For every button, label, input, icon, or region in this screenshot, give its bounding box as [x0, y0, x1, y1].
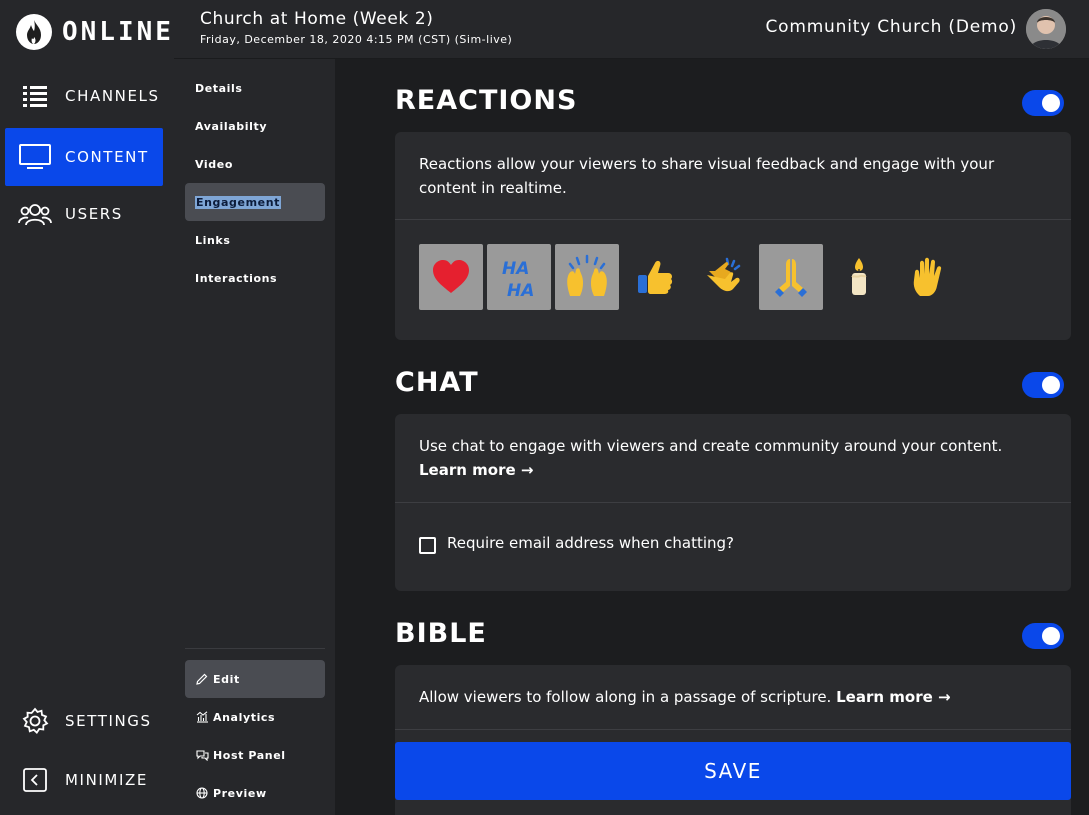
list-icon [18, 79, 52, 113]
toggle-knob [1042, 94, 1060, 112]
nav-label: CONTENT [65, 148, 149, 166]
nav-item-minimize[interactable]: MINIMIZE [5, 751, 163, 809]
pencil-icon [195, 672, 209, 686]
candle-icon[interactable] [827, 244, 891, 310]
nav-item-content[interactable]: CONTENT [5, 128, 163, 186]
praying-hands-icon[interactable] [759, 244, 823, 310]
event-date: Friday, December 18, 2020 4:15 PM (CST) … [200, 33, 513, 46]
save-button[interactable]: SAVE [395, 742, 1071, 800]
chat-card: Use chat to engage with viewers and crea… [395, 414, 1071, 591]
card-divider [395, 219, 1071, 220]
avatar[interactable] [1026, 9, 1066, 49]
users-icon [18, 197, 52, 231]
brand-name: ONLINE [62, 17, 174, 47]
main-sidebar: ONLINE CHANNELS CONTENT USERS SETTINGS M… [0, 0, 174, 815]
subnav-divider [185, 648, 325, 649]
preview-button[interactable]: Preview [185, 774, 325, 812]
heart-icon[interactable] [419, 244, 483, 310]
event-title: Church at Home (Week 2) [200, 9, 434, 29]
reactions-description: Reactions allow your viewers to share vi… [419, 155, 995, 197]
nav-label: USERS [65, 205, 123, 223]
chat-description-block: Use chat to engage with viewers and crea… [419, 434, 1039, 482]
edit-button[interactable]: Edit [185, 660, 325, 698]
raised-hand-icon[interactable] [895, 244, 959, 310]
reactions-card: Reactions allow your viewers to share vi… [395, 132, 1071, 340]
nav-label: MINIMIZE [65, 771, 148, 789]
toggle-knob [1042, 627, 1060, 645]
chat-title: CHAT [395, 367, 479, 398]
collapse-icon [18, 763, 52, 797]
subnav-item-interactions[interactable]: Interactions [185, 259, 325, 297]
svg-text:HA: HA [507, 281, 534, 300]
chat-learn-more-link[interactable]: Learn more → [419, 461, 533, 479]
toggle-knob [1042, 376, 1060, 394]
analytics-button[interactable]: Analytics [185, 698, 325, 736]
nav-label: SETTINGS [65, 712, 152, 730]
organization-name[interactable]: Community Church (Demo) [765, 17, 1017, 37]
subnav-item-links[interactable]: Links [185, 221, 325, 259]
subnav-item-video[interactable]: Video [185, 145, 325, 183]
bible-description-block: Allow viewers to follow along in a passa… [419, 685, 1039, 709]
nav-item-settings[interactable]: SETTINGS [5, 692, 163, 750]
brand-logo[interactable]: ONLINE [16, 12, 174, 52]
monitor-icon [18, 140, 52, 174]
require-email-checkbox[interactable] [419, 537, 436, 554]
chat-description: Use chat to engage with viewers and crea… [419, 437, 1003, 455]
subnav-item-availability[interactable]: Availabilty [185, 107, 325, 145]
bible-description: Allow viewers to follow along in a passa… [419, 688, 832, 706]
bible-learn-more-link[interactable]: Learn more → [836, 688, 950, 706]
chat-toggle[interactable] [1022, 372, 1064, 398]
subnav-item-details[interactable]: Details [185, 69, 325, 107]
host-panel-button[interactable]: Host Panel [185, 736, 325, 774]
gear-icon [18, 704, 52, 738]
reactions-title: REACTIONS [395, 85, 578, 116]
card-divider [395, 729, 1071, 730]
subnav-item-engagement[interactable]: Engagement [185, 183, 325, 221]
bible-title: BIBLE [395, 618, 487, 649]
reactions-toggle[interactable] [1022, 90, 1064, 116]
nav-item-channels[interactable]: CHANNELS [5, 67, 163, 125]
nav-label: CHANNELS [65, 87, 160, 105]
nav-item-users[interactable]: USERS [5, 185, 163, 243]
haha-icon[interactable]: HA HA [487, 244, 551, 310]
clap-icon[interactable] [691, 244, 755, 310]
card-divider [395, 502, 1071, 503]
flame-icon [16, 14, 52, 50]
top-header: Church at Home (Week 2) Friday, December… [174, 0, 1089, 59]
engagement-panel: REACTIONS Reactions allow your viewers t… [335, 59, 1089, 815]
analytics-icon [195, 710, 209, 724]
raised-hands-icon[interactable] [555, 244, 619, 310]
require-email-label: Require email address when chatting? [447, 534, 734, 552]
content-subnav: Details Availabilty Video Engagement Lin… [174, 59, 335, 815]
bible-toggle[interactable] [1022, 623, 1064, 649]
chat-bubbles-icon [195, 748, 209, 762]
thumbs-up-icon[interactable] [623, 244, 687, 310]
globe-icon [195, 786, 209, 800]
svg-text:HA: HA [502, 259, 529, 279]
